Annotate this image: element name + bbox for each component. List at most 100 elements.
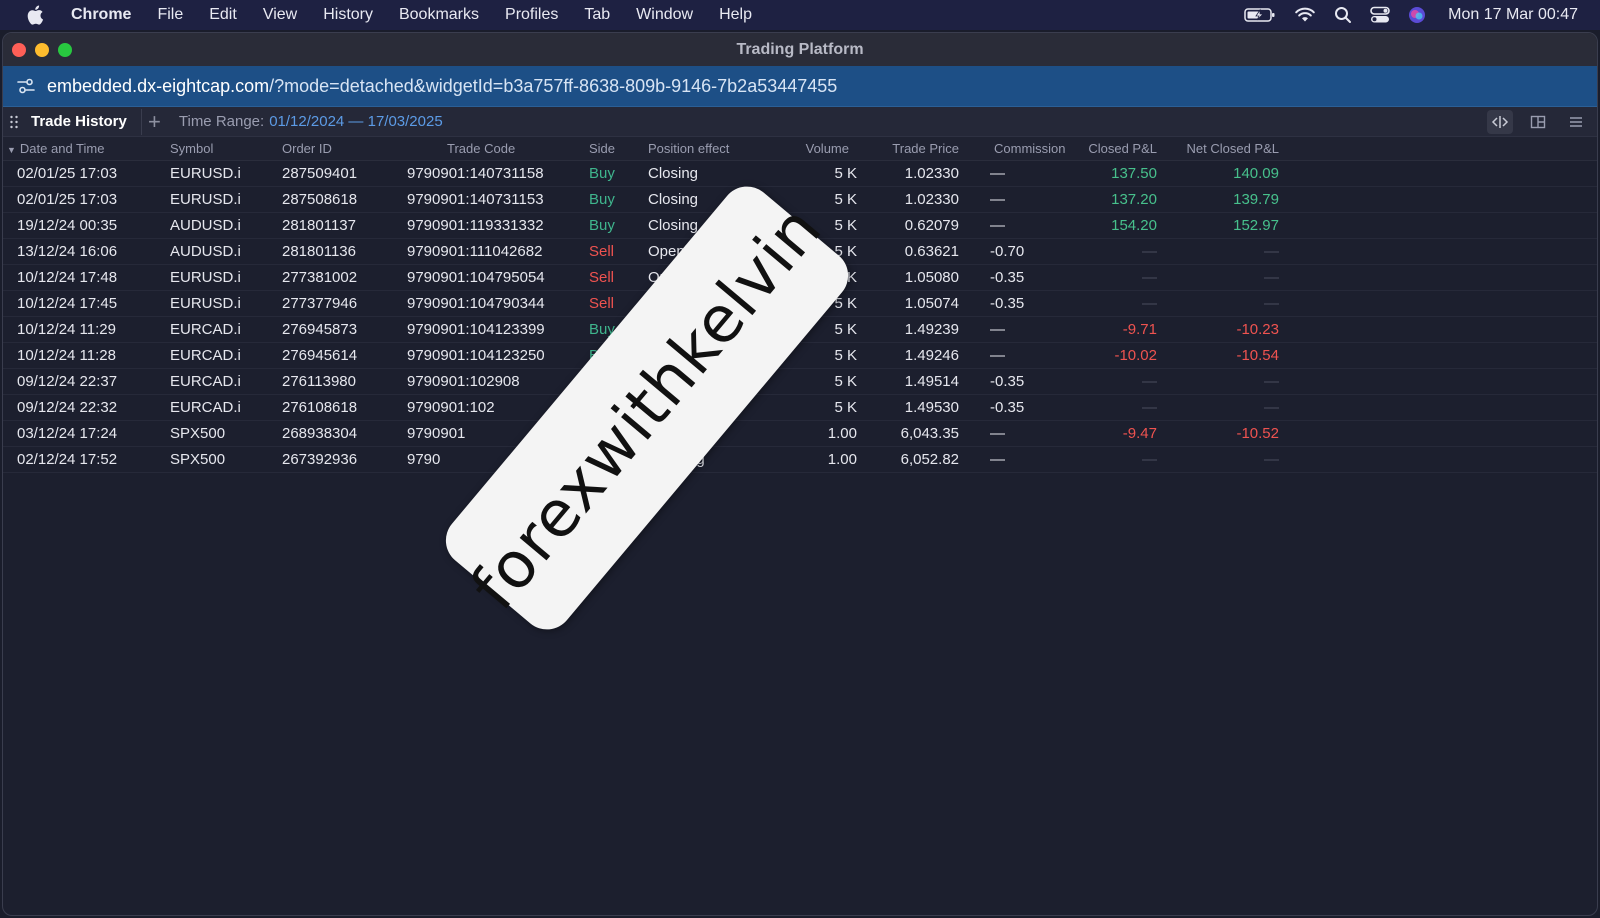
cell-side: Buy (589, 191, 615, 208)
cell-net-closed-pl: — (1264, 295, 1279, 312)
cell-order-id: 267392936 (282, 451, 358, 468)
cell-trade-code: 9790 (407, 451, 441, 468)
apple-logo-icon[interactable] (26, 4, 46, 26)
table-row[interactable]: 10/12/24 11:28 EURCAD.i 276945614 9790901:1… (3, 343, 1597, 369)
cell-net-closed-pl: — (1264, 399, 1279, 416)
menu-app-name[interactable]: Chrome (71, 6, 131, 24)
layout-button[interactable] (1525, 110, 1551, 134)
cell-closed-pl: 154.20 (1111, 217, 1157, 234)
cell-trade-code: 9790901:104795054 (407, 269, 545, 286)
menu-view[interactable]: View (263, 6, 297, 24)
table-row[interactable]: 02/12/24 17:52SPX5002673929369790SellOpe… (3, 447, 1597, 473)
siri-icon[interactable] (1408, 6, 1426, 24)
cell-date: 09/12/24 22:37 (17, 373, 118, 390)
menu-help[interactable]: Help (719, 6, 752, 24)
cell-volume: 5 K (834, 217, 857, 234)
time-range-label: Time Range: (178, 113, 265, 130)
detach-widget-button[interactable] (1487, 110, 1513, 134)
menu-window[interactable]: Window (636, 6, 693, 24)
cell-commission: — (990, 165, 1005, 182)
cell-order-id: 276113980 (282, 373, 356, 390)
cell-commission: — (990, 191, 1005, 208)
site-settings-icon[interactable] (13, 73, 39, 99)
cell-volume: 5 K (834, 165, 857, 182)
url-host: embedded.dx-eightcap.com (47, 75, 270, 96)
cell-commission: -0.35 (990, 269, 1025, 286)
cell-commission: — (990, 217, 1005, 234)
cell-position-effect: Closing (648, 217, 699, 234)
table-row[interactable]: 02/01/25 17:03 EURUSD.i 287509401 9790901:1… (3, 161, 1597, 187)
url-text[interactable]: embedded.dx-eightcap.com/?mode=detached&… (47, 76, 837, 97)
cell-commission: — (990, 347, 1005, 364)
header-closed-pl[interactable]: Closed P&L (1088, 141, 1157, 156)
control-center-icon[interactable] (1370, 6, 1390, 24)
header-date-and-time[interactable]: ▼ Date and Time (7, 141, 104, 156)
cell-side: Sell (589, 243, 615, 260)
menu-button[interactable] (1563, 110, 1589, 134)
header-net-closed-pl[interactable]: Net Closed P&L (1187, 141, 1280, 156)
menu-edit[interactable]: Edit (209, 6, 237, 24)
cell-date: 03/12/24 17:24 (17, 425, 118, 442)
menu-file[interactable]: File (157, 6, 183, 24)
cell-trade-code: 9790901:104123399 (407, 321, 545, 338)
cell-closed-pl: 137.20 (1111, 191, 1157, 208)
cell-commission: — (990, 321, 1005, 338)
cell-symbol: EURUSD.i (170, 295, 241, 312)
cell-order-id: 287508618 (282, 191, 358, 208)
cell-trade-price: 6,052.82 (900, 451, 959, 468)
layout-icon (1530, 115, 1546, 129)
drag-handle-icon[interactable] (9, 115, 19, 129)
menu-tab[interactable]: Tab (584, 6, 610, 24)
maximize-window-button[interactable] (58, 43, 72, 57)
cell-commission: — (990, 425, 1005, 442)
header-trade-code[interactable]: Trade Code (447, 141, 515, 156)
close-window-button[interactable] (12, 43, 26, 57)
header-commission[interactable]: Commission (994, 141, 1066, 156)
wifi-icon[interactable] (1294, 7, 1316, 23)
cell-date: 19/12/24 00:35 (17, 217, 118, 234)
window-title: Trading Platform (736, 40, 864, 58)
cell-closed-pl: -9.47 (1122, 425, 1157, 442)
address-bar[interactable]: embedded.dx-eightcap.com/?mode=detached&… (3, 66, 1597, 107)
cell-side: Sell (589, 269, 615, 286)
cell-volume: 1.00 (827, 425, 857, 442)
cell-side: Buy (589, 165, 615, 182)
cell-side: Buy (589, 217, 615, 234)
cell-order-id: 276945614 (282, 347, 358, 364)
header-symbol[interactable]: Symbol (170, 141, 213, 156)
cell-trade-price: 1.49530 (904, 399, 959, 416)
header-trade-price[interactable]: Trade Price (892, 141, 959, 156)
cell-symbol: EURUSD.i (170, 191, 241, 208)
cell-net-closed-pl: 140.09 (1233, 165, 1279, 182)
window-titlebar[interactable]: Trading Platform (3, 33, 1597, 66)
table-row[interactable]: 09/12/24 22:37 EURCAD.i 276113980 9790901:1… (3, 369, 1597, 395)
header-position-effect[interactable]: Position effect (648, 141, 729, 156)
search-icon[interactable] (1334, 6, 1352, 24)
header-volume[interactable]: Volume (806, 141, 849, 156)
cell-closed-pl: — (1142, 243, 1157, 260)
battery-charging-icon[interactable] (1244, 7, 1276, 23)
add-tab-button[interactable]: + (140, 108, 163, 135)
cell-trade-price: 6,043.35 (900, 425, 959, 442)
menu-profiles[interactable]: Profiles (505, 6, 558, 24)
menubar-clock[interactable]: Mon 17 Mar 00:47 (1448, 6, 1578, 24)
cell-symbol: AUDUSD.i (170, 217, 241, 234)
header-side[interactable]: Side (589, 141, 615, 156)
cell-symbol: AUDUSD.i (170, 243, 241, 260)
cell-trade-code: 9790901:119331332 (407, 217, 544, 234)
menu-history[interactable]: History (323, 6, 373, 24)
cell-net-closed-pl: 139.79 (1233, 191, 1279, 208)
minimize-window-button[interactable] (35, 43, 49, 57)
cell-date: 02/01/25 17:03 (17, 165, 118, 182)
cell-trade-price: 0.62079 (904, 217, 959, 234)
cell-symbol: EURUSD.i (170, 269, 241, 286)
tab-trade-history[interactable]: Trade History (31, 113, 127, 130)
table-row[interactable]: 03/12/24 17:24SPX5002689383049790901BuyC… (3, 421, 1597, 447)
cell-volume: 1.00 (827, 451, 857, 468)
cell-commission: — (990, 451, 1005, 468)
menu-bookmarks[interactable]: Bookmarks (399, 6, 479, 24)
header-order-id[interactable]: Order ID (282, 141, 332, 156)
cell-order-id: 281801137 (282, 217, 356, 234)
table-row[interactable]: 09/12/24 22:32 EURCAD.i 276108618 9790901:1… (3, 395, 1597, 421)
time-range-selector[interactable]: 01/12/2024 — 17/03/2025 (269, 113, 442, 130)
